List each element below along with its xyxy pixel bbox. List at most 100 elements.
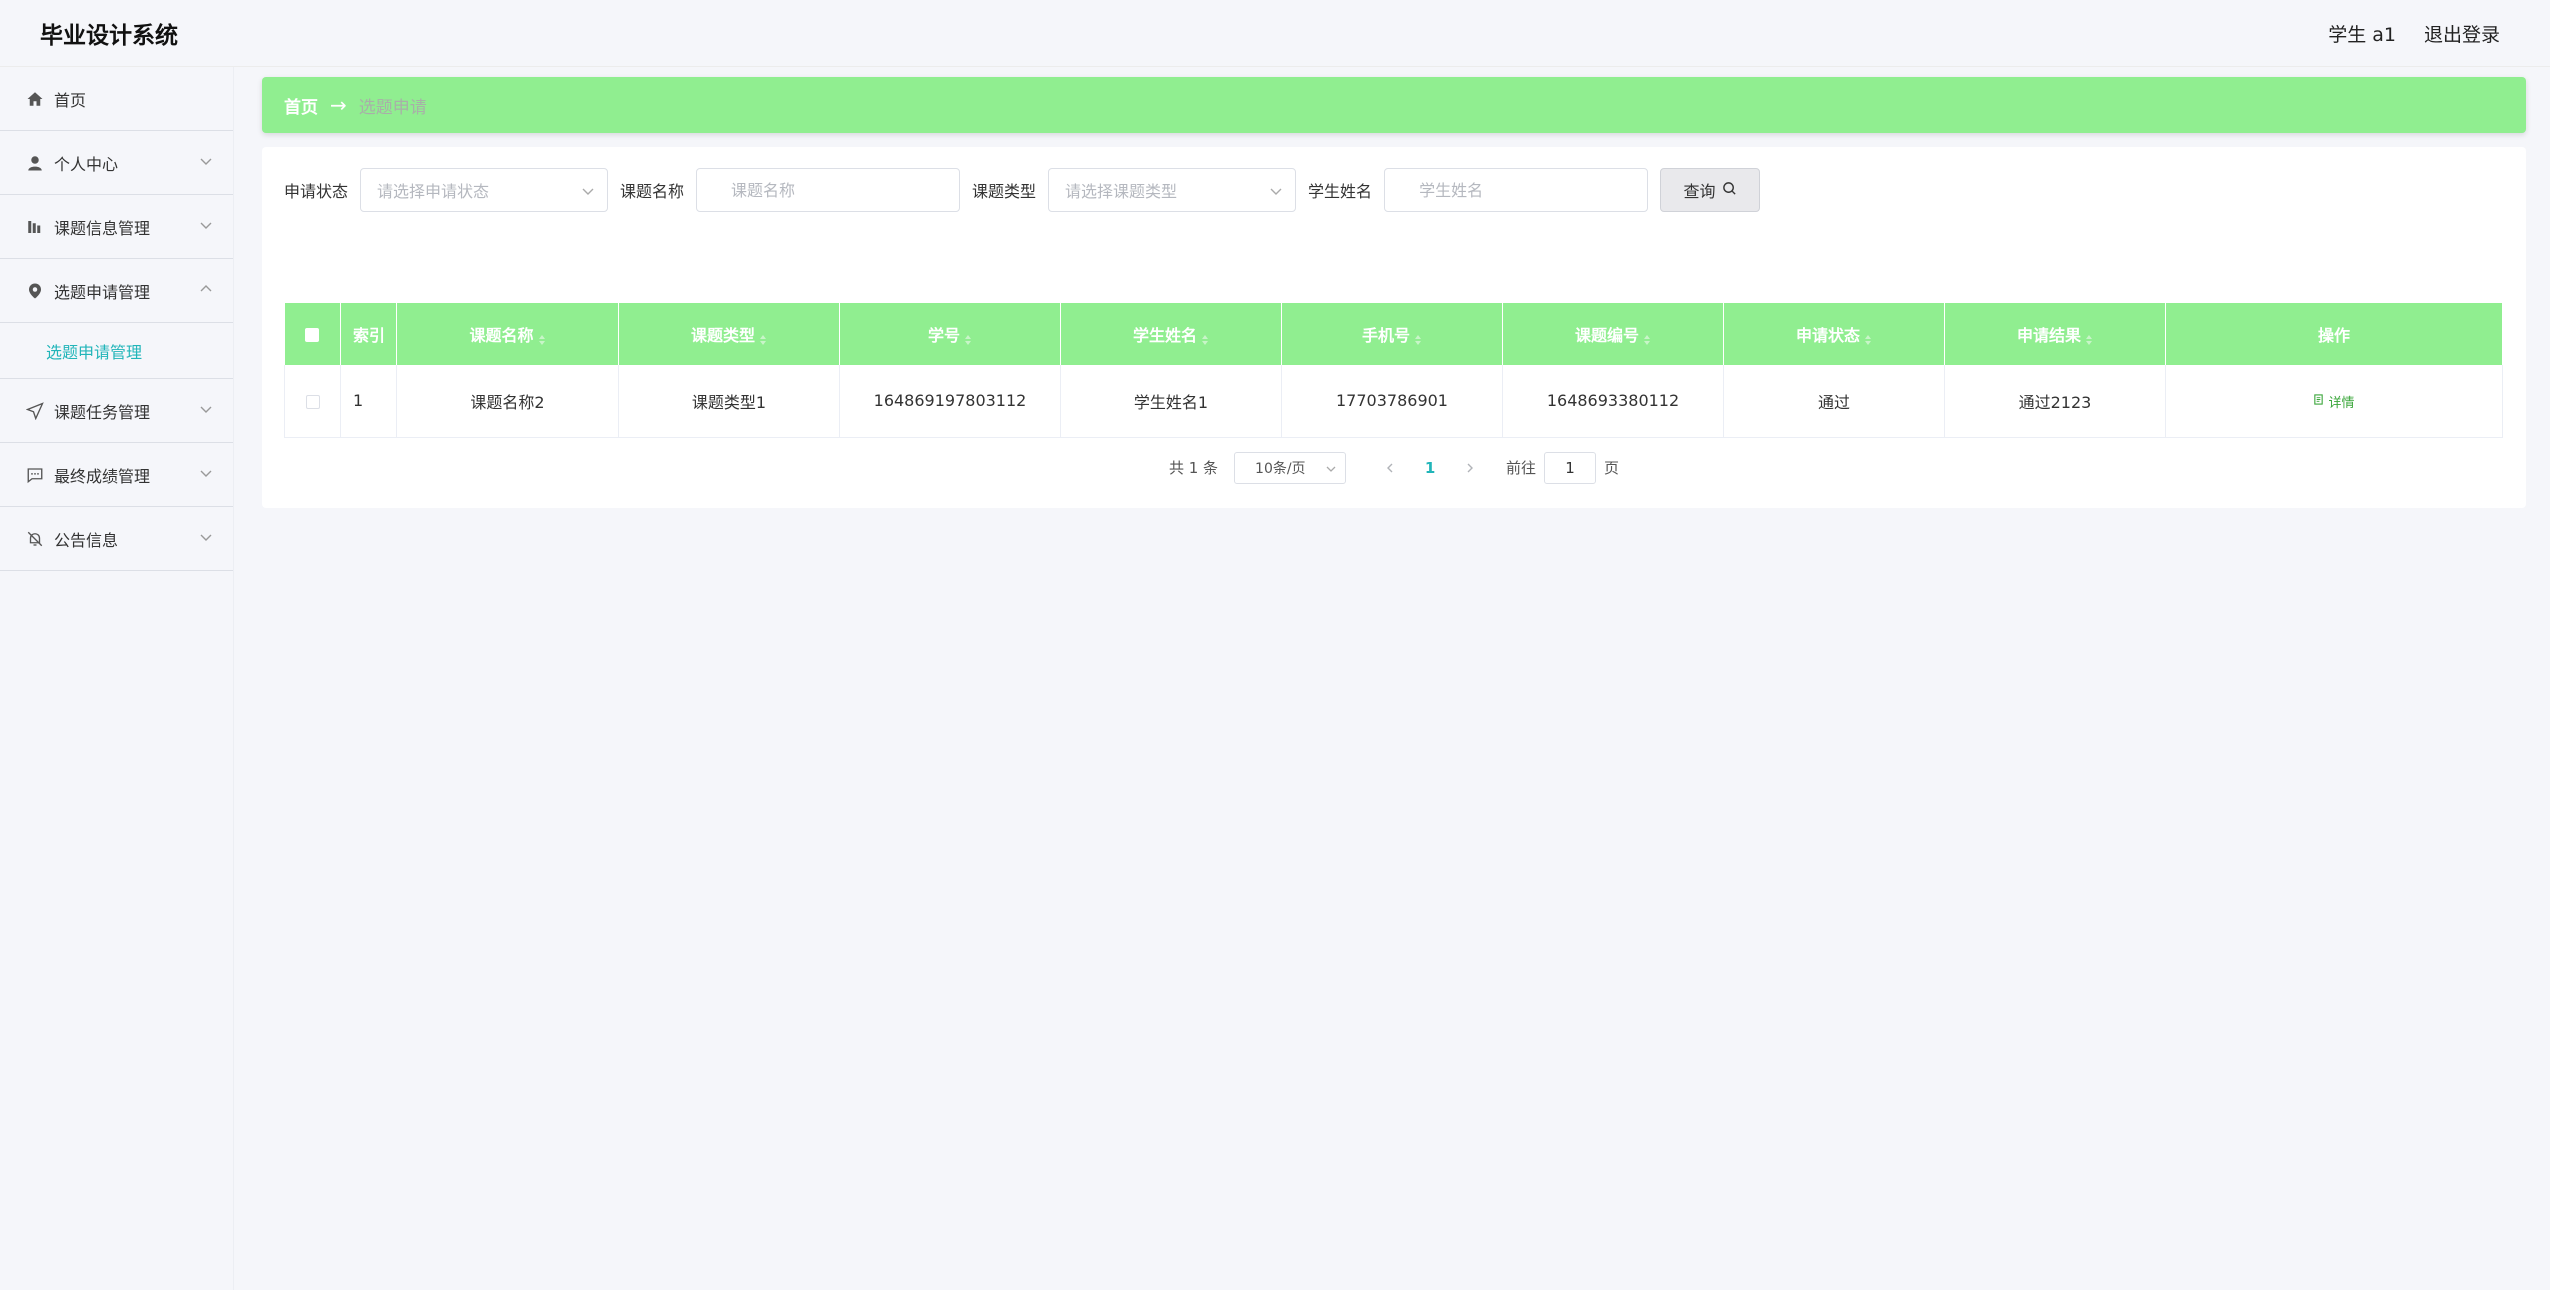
sort-icon <box>538 331 546 345</box>
column-header-label: 课题类型 <box>690 326 755 345</box>
status-filter-label: 申请状态 <box>284 182 349 201</box>
topic-name-label: 课题名称 <box>620 182 685 201</box>
select-all-checkbox[interactable] <box>284 303 341 365</box>
chevron-left-icon <box>1387 463 1393 472</box>
sort-icon <box>2085 331 2093 345</box>
sidebar-item-topic-info[interactable]: 课题信息管理 <box>0 195 233 259</box>
topic-type-placeholder: 请选择课题类型 <box>1065 182 1178 201</box>
column-header-label: 课题名称 <box>469 326 534 345</box>
cell-result: 通过2123 <box>1944 365 2166 438</box>
column-header-student-no[interactable]: 学号 <box>839 303 1061 365</box>
cell-student-no: 164869197803112 <box>839 365 1061 438</box>
student-name-input[interactable] <box>1419 180 1632 200</box>
chevron-down-icon <box>199 529 213 543</box>
column-header-index: 索引 <box>340 303 397 365</box>
chevron-down-icon <box>199 153 213 167</box>
sidebar-menu: 首页 个人中心 课题信息管理 选题申请管理 选题申请管理 课题任务管理 最终成绩… <box>0 67 234 1290</box>
column-header-topic-type[interactable]: 课题类型 <box>618 303 840 365</box>
top-header: 毕业设计系统 学生 a1 退出登录 <box>0 0 2550 67</box>
chevron-down-icon <box>199 217 213 231</box>
column-header-topic-no[interactable]: 课题编号 <box>1502 303 1724 365</box>
cell-student-name: 学生姓名1 <box>1060 365 1282 438</box>
chevron-down-icon <box>199 401 213 415</box>
main-content: 首页 → 选题申请 申请状态 请选择申请状态 课题名称 课题类型 请选择课题类型… <box>262 77 2526 508</box>
prev-page-button[interactable] <box>1370 452 1410 484</box>
column-header-result[interactable]: 申请结果 <box>1944 303 2166 365</box>
sort-icon <box>1201 331 1209 345</box>
topic-type-label: 课题类型 <box>972 182 1037 201</box>
message-icon <box>26 466 44 484</box>
breadcrumb-home[interactable]: 首页 <box>284 93 318 118</box>
column-header-actions: 操作 <box>2165 303 2503 365</box>
column-header-label: 学生姓名 <box>1132 326 1197 345</box>
breadcrumb-current: 选题申请 <box>358 97 427 118</box>
sidebar-item-application-management[interactable]: 选题申请管理 <box>0 259 233 323</box>
logout-link[interactable]: 退出登录 <box>2424 20 2500 47</box>
user-icon <box>26 154 44 172</box>
chevron-down-icon <box>199 465 213 479</box>
page-size-select[interactable]: 10条/页 <box>1234 451 1347 484</box>
status-filter-select[interactable]: 请选择申请状态 <box>360 168 609 212</box>
table-header-row: 索引 课题名称 课题类型 学号 学生姓名 手机号 课题编号 申请状态 申请结果 … <box>284 303 2503 365</box>
pagination: 共 1 条 10条/页 1 前往 1 页 <box>284 451 2504 484</box>
topic-name-field <box>696 168 961 212</box>
sidebar-item-personal-center[interactable]: 个人中心 <box>0 131 233 195</box>
search-form: 申请状态 请选择申请状态 课题名称 课题类型 请选择课题类型 学生姓名 查询 <box>284 167 2504 213</box>
document-icon <box>2313 394 2324 409</box>
checkbox-icon <box>305 328 320 342</box>
detail-button[interactable]: 详情 <box>2313 392 2355 412</box>
goto-page-input[interactable]: 1 <box>1544 451 1597 484</box>
column-header-label: 申请结果 <box>2016 326 2081 345</box>
sidebar-item-label: 个人中心 <box>54 154 119 174</box>
breadcrumb-separator: → <box>330 93 347 117</box>
pin-icon <box>26 282 44 300</box>
sidebar-item-label: 课题任务管理 <box>54 402 151 422</box>
next-page-button[interactable] <box>1450 452 1490 484</box>
current-user-label: 学生 a1 <box>2328 23 2396 46</box>
column-header-status[interactable]: 申请状态 <box>1723 303 1945 365</box>
query-button[interactable]: 查询 <box>1660 168 1761 212</box>
chevron-down-icon <box>581 183 595 197</box>
sidebar-item-announcements[interactable]: 公告信息 <box>0 507 233 571</box>
column-header-phone[interactable]: 手机号 <box>1281 303 1503 365</box>
sort-icon <box>759 331 767 345</box>
column-header-label: 学号 <box>927 326 960 345</box>
chevron-right-icon <box>1467 463 1474 472</box>
chevron-down-icon <box>1325 463 1337 475</box>
header-user-area: 学生 a1 退出登录 <box>2328 20 2500 47</box>
cell-topic-no: 1648693380112 <box>1502 365 1724 438</box>
column-header-label: 课题编号 <box>1574 326 1639 345</box>
detail-button-label: 详情 <box>2328 396 2355 412</box>
cell-actions: 详情 <box>2165 365 2503 438</box>
topic-name-input[interactable] <box>731 180 944 200</box>
column-header-student-name[interactable]: 学生姓名 <box>1060 303 1282 365</box>
cell-status: 通过 <box>1723 365 1945 438</box>
sort-icon <box>1864 331 1872 345</box>
chevron-up-icon <box>199 281 213 295</box>
chevron-down-icon <box>1269 183 1283 197</box>
column-header-topic-name[interactable]: 课题名称 <box>396 303 619 365</box>
submenu-item-application-management[interactable]: 选题申请管理 <box>0 323 233 379</box>
sort-icon <box>964 331 972 345</box>
sidebar-item-label: 首页 <box>54 90 87 110</box>
content-panel: 申请状态 请选择申请状态 课题名称 课题类型 请选择课题类型 学生姓名 查询 <box>262 147 2526 508</box>
sidebar-item-home[interactable]: 首页 <box>0 67 233 131</box>
goto-prefix: 前往 <box>1506 459 1537 477</box>
bell-off-icon <box>26 530 44 548</box>
sidebar-item-label: 公告信息 <box>54 530 119 550</box>
sidebar-item-final-score[interactable]: 最终成绩管理 <box>0 443 233 507</box>
sidebar-item-task-management[interactable]: 课题任务管理 <box>0 379 233 443</box>
student-name-label: 学生姓名 <box>1308 182 1373 201</box>
page-number-current[interactable]: 1 <box>1410 459 1450 477</box>
sort-icon <box>1414 331 1422 345</box>
column-header-label: 申请状态 <box>1795 326 1860 345</box>
cell-index: 1 <box>340 365 397 438</box>
goto-suffix: 页 <box>1604 459 1620 477</box>
cell-topic-name: 课题名称2 <box>396 365 619 438</box>
chart-icon <box>26 218 44 236</box>
row-checkbox[interactable] <box>284 365 341 438</box>
home-icon <box>26 90 44 108</box>
topic-type-select[interactable]: 请选择课题类型 <box>1048 168 1297 212</box>
search-icon <box>1722 181 1737 200</box>
sidebar-item-label: 课题信息管理 <box>54 218 151 238</box>
